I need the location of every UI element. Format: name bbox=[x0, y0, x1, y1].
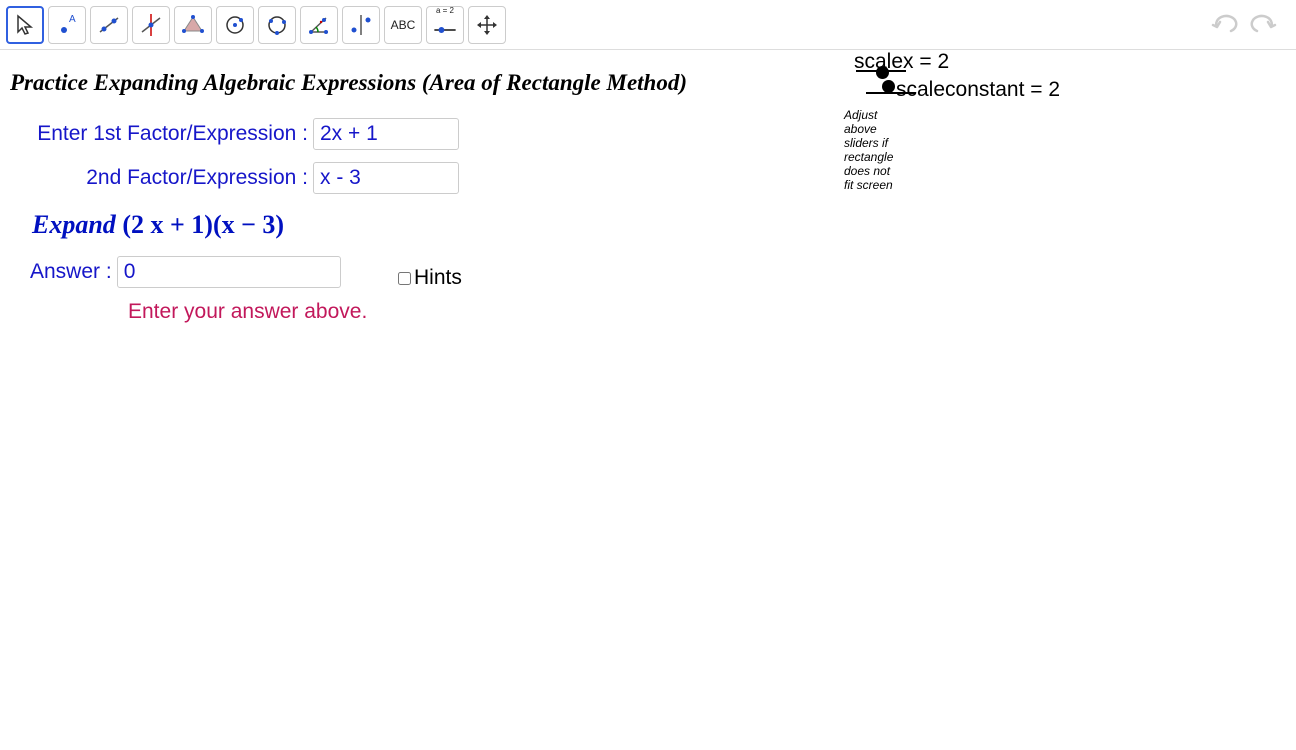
factor2-label: 2nd Factor/Expression : bbox=[8, 166, 308, 190]
tool-slider[interactable]: a = 2 bbox=[426, 6, 464, 44]
expand-expression: Expand (2 x + 1)(x − 3) bbox=[32, 210, 284, 240]
scalex-knob[interactable] bbox=[876, 66, 889, 79]
factor2-input[interactable] bbox=[313, 162, 459, 194]
tool-angle[interactable] bbox=[300, 6, 338, 44]
factor1-row: Enter 1st Factor/Expression : bbox=[8, 118, 459, 150]
scaleconstant-label: scaleconstant = 2 bbox=[896, 78, 1060, 102]
tool-circle-3points[interactable] bbox=[258, 6, 296, 44]
undo-redo-group bbox=[1208, 10, 1290, 40]
tool-line[interactable] bbox=[90, 6, 128, 44]
factor2-row: 2nd Factor/Expression : bbox=[8, 162, 459, 194]
hints-label: Hints bbox=[414, 266, 462, 290]
expand-p2: (x − 3) bbox=[213, 210, 284, 239]
svg-text:A: A bbox=[69, 14, 76, 25]
sliders-hint: Adjust above sliders if rectangle does n… bbox=[844, 108, 893, 192]
tool-point[interactable]: A bbox=[48, 6, 86, 44]
tool-perpendicular[interactable] bbox=[132, 6, 170, 44]
answer-input[interactable] bbox=[117, 256, 341, 288]
expand-prefix: Expand bbox=[32, 210, 122, 239]
scaleconstant-knob[interactable] bbox=[882, 80, 895, 93]
tool-move[interactable] bbox=[6, 6, 44, 44]
tool-circle-center[interactable] bbox=[216, 6, 254, 44]
factor1-label: Enter 1st Factor/Expression : bbox=[8, 122, 308, 146]
feedback-text: Enter your answer above. bbox=[128, 300, 367, 324]
tool-polygon[interactable] bbox=[174, 6, 212, 44]
text-icon-label: ABC bbox=[391, 18, 416, 32]
undo-button[interactable] bbox=[1208, 10, 1242, 40]
hints-control: Hints bbox=[398, 266, 462, 290]
answer-row: Answer : bbox=[30, 256, 341, 288]
hints-checkbox[interactable] bbox=[398, 272, 411, 285]
toolbar: A ABC a = 2 bbox=[0, 0, 1296, 50]
factor1-input[interactable] bbox=[313, 118, 459, 150]
canvas-area: Practice Expanding Algebraic Expressions… bbox=[0, 50, 1296, 750]
tool-reflect[interactable] bbox=[342, 6, 380, 44]
tool-text[interactable]: ABC bbox=[384, 6, 422, 44]
slider-icon-label: a = 2 bbox=[436, 7, 454, 15]
answer-label: Answer : bbox=[30, 260, 112, 284]
page-title: Practice Expanding Algebraic Expressions… bbox=[10, 70, 687, 96]
expand-p1: (2 x + 1) bbox=[122, 210, 213, 239]
redo-button[interactable] bbox=[1246, 10, 1280, 40]
tool-move-view[interactable] bbox=[468, 6, 506, 44]
